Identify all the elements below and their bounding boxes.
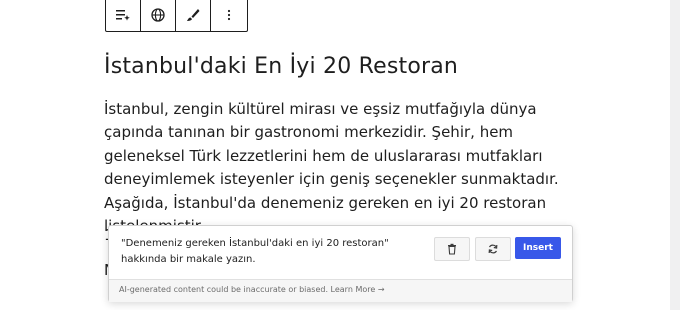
- trash-icon: [448, 243, 456, 255]
- ai-prompt-text: "Denemeniz gereken İstanbul'daki en iyi …: [121, 238, 389, 265]
- insert-button[interactable]: Insert: [515, 237, 561, 259]
- style-button[interactable]: [176, 0, 211, 31]
- editor-canvas: İstanbul'daki En İyi 20 Restoran İstanbu…: [0, 0, 670, 310]
- list-add-icon: [116, 10, 130, 21]
- brush-icon: [187, 9, 200, 21]
- more-options-button[interactable]: [211, 0, 247, 31]
- more-vertical-icon: [227, 9, 231, 21]
- block-toolbar: [105, 0, 248, 32]
- refresh-icon: [488, 244, 498, 254]
- globe-icon: [151, 8, 165, 22]
- list-add-button[interactable]: [106, 0, 141, 31]
- post-paragraph[interactable]: İstanbul, zengin kültürel mirası ve eşsi…: [104, 98, 574, 238]
- popover-footer: AI-generated content could be inaccurate…: [109, 279, 572, 302]
- language-button[interactable]: [141, 0, 176, 31]
- post-title[interactable]: İstanbul'daki En İyi 20 Restoran: [104, 54, 458, 79]
- discard-button[interactable]: [434, 237, 470, 261]
- regenerate-button[interactable]: [475, 237, 511, 261]
- ai-assistant-popover: "Denemeniz gereken İstanbul'daki en iyi …: [108, 225, 573, 302]
- ai-disclaimer[interactable]: AI-generated content could be inaccurate…: [119, 285, 385, 294]
